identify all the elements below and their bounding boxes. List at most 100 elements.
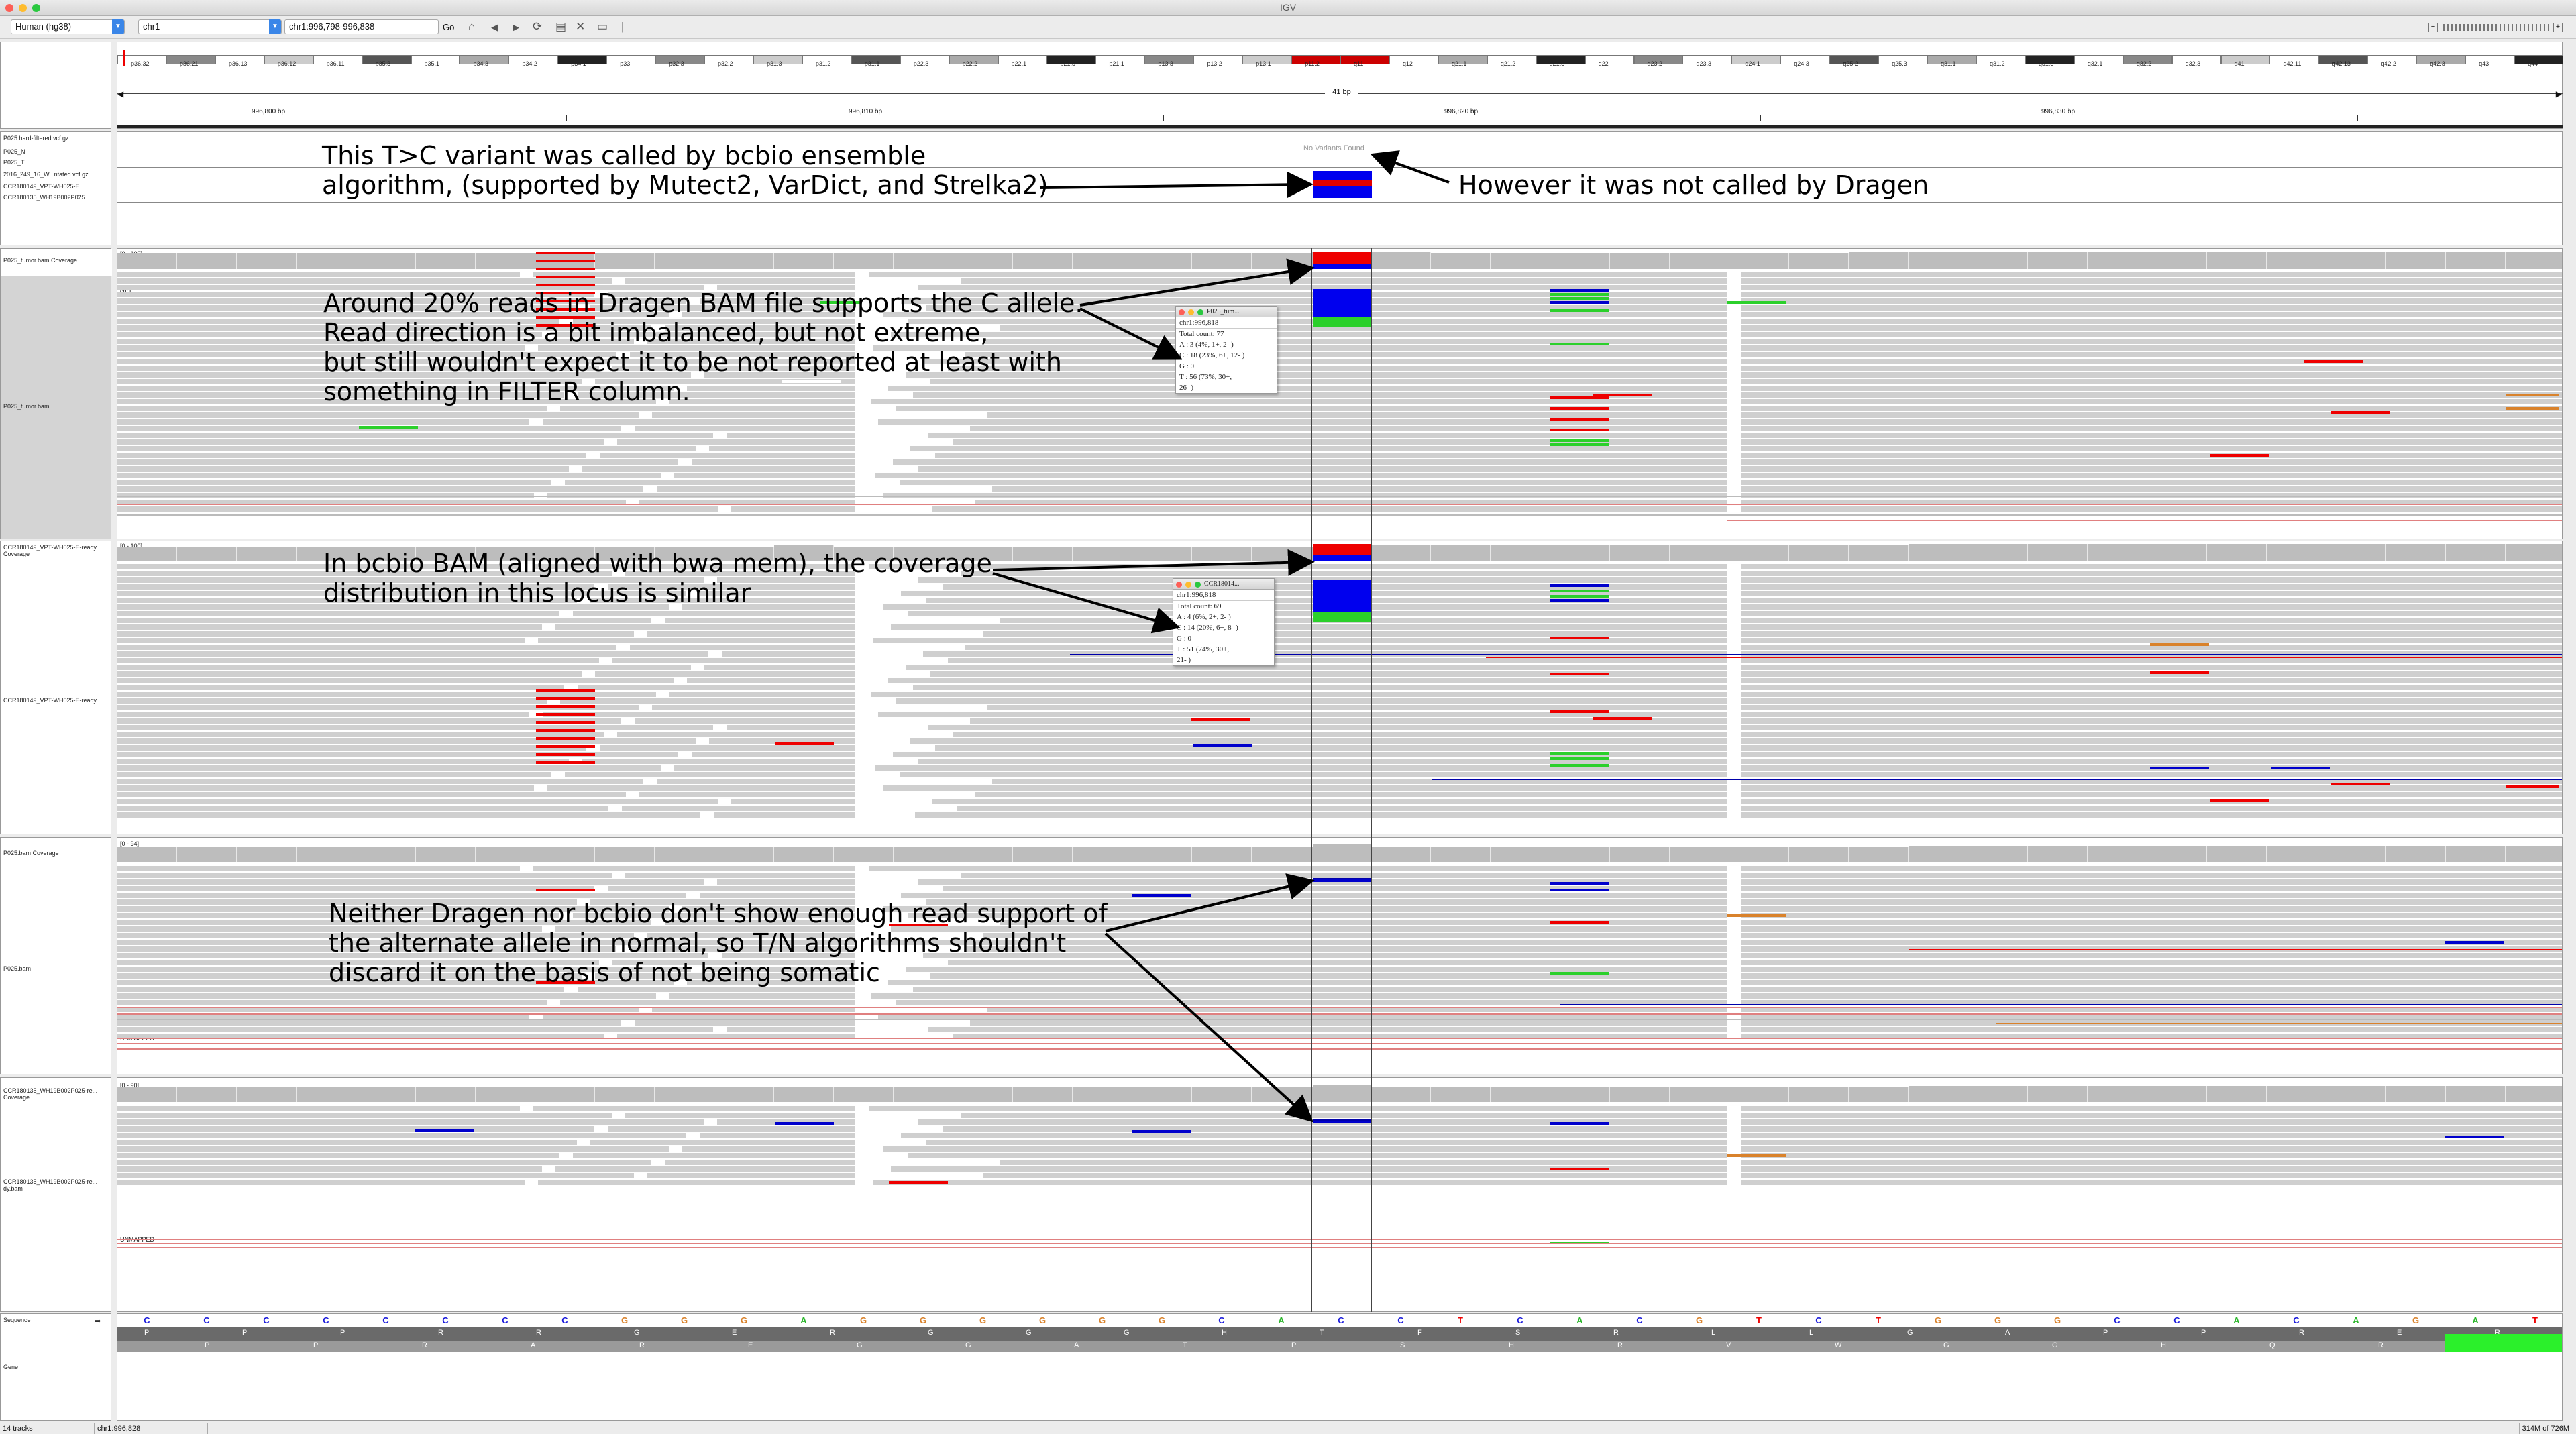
coverage-bar[interactable]: [2506, 1086, 2562, 1102]
coverage-bar[interactable]: [1849, 252, 1909, 269]
aligned-read[interactable]: [700, 893, 855, 898]
aligned-read[interactable]: [1741, 1153, 2562, 1158]
aligned-read[interactable]: [900, 480, 1727, 485]
variant-coverage-bar[interactable]: [1313, 1085, 1372, 1102]
strand-arrow-icon[interactable]: ➡: [95, 1317, 101, 1325]
aligned-read[interactable]: [731, 799, 855, 804]
coverage-bar[interactable]: [595, 847, 655, 862]
aligned-read[interactable]: [117, 725, 713, 730]
coverage-bar[interactable]: [953, 253, 1013, 269]
track-label[interactable]: P025_T: [3, 159, 25, 166]
coverage-bar[interactable]: [117, 1087, 177, 1102]
aligned-read[interactable]: [692, 752, 855, 757]
aligned-read[interactable]: [1741, 772, 2562, 777]
aligned-read[interactable]: [117, 611, 559, 616]
coverage-bar[interactable]: [1491, 253, 1550, 269]
aligned-read[interactable]: [970, 426, 1727, 431]
aligned-read[interactable]: [538, 1180, 855, 1185]
aligned-read[interactable]: [943, 886, 1727, 891]
aligned-read[interactable]: [908, 1153, 1727, 1158]
aligned-read[interactable]: [1741, 453, 2562, 458]
aligned-read[interactable]: [1741, 564, 2562, 569]
aligned-read[interactable]: [117, 1020, 621, 1026]
coverage-bar[interactable]: [1729, 253, 1789, 269]
aligned-read[interactable]: [714, 812, 855, 818]
aligned-read[interactable]: [1741, 624, 2562, 630]
coverage-bar[interactable]: [595, 1087, 655, 1102]
aligned-read[interactable]: [1741, 913, 2562, 918]
aligned-read[interactable]: [1741, 584, 2562, 590]
aligned-read[interactable]: [117, 1173, 634, 1178]
aligned-read[interactable]: [117, 406, 547, 411]
coverage-bar[interactable]: [1610, 847, 1670, 862]
aligned-read[interactable]: [117, 772, 551, 777]
maximize-icon[interactable]: [1197, 309, 1203, 315]
coverage-bar[interactable]: [2267, 544, 2326, 561]
coverage-bar[interactable]: [774, 1087, 834, 1102]
coverage-bar[interactable]: [237, 253, 297, 269]
aligned-read[interactable]: [117, 1160, 651, 1165]
aligned-read[interactable]: [117, 678, 674, 683]
aligned-read[interactable]: [117, 799, 718, 804]
aligned-read[interactable]: [1741, 366, 2562, 371]
aligned-read[interactable]: [1741, 940, 2562, 945]
coverage-bar[interactable]: [356, 847, 416, 862]
coverage-bar[interactable]: [2207, 544, 2267, 561]
aligned-read[interactable]: [117, 759, 569, 764]
coverage-bar[interactable]: [1371, 847, 1431, 862]
coverage-bar[interactable]: [2386, 1086, 2446, 1102]
coverage-bar[interactable]: [1909, 252, 1968, 269]
coverage-bar[interactable]: [2446, 252, 2506, 269]
chromosome-ideogram[interactable]: p36.32 p36.21 p36.13 p36.12 p36.11 p35.3 p35.1…: [117, 49, 2563, 69]
aligned-read[interactable]: [704, 665, 855, 670]
coverage-bar[interactable]: [297, 253, 356, 269]
track-label[interactable]: P025.bam Coverage: [3, 850, 59, 857]
aligned-read[interactable]: [608, 886, 855, 891]
aligned-read[interactable]: [1741, 806, 2562, 811]
aligned-read[interactable]: [117, 1180, 525, 1185]
aligned-read[interactable]: [117, 812, 700, 818]
bcbio-coverage-popup[interactable]: CCR18014... chr1:996,818 Total count: 69…: [1173, 578, 1275, 666]
aligned-read[interactable]: [555, 1166, 855, 1172]
aligned-read[interactable]: [1741, 785, 2562, 791]
coverage-bar[interactable]: [595, 253, 655, 269]
aligned-read[interactable]: [1741, 352, 2562, 357]
coverage-bar[interactable]: [2088, 846, 2147, 862]
aligned-read[interactable]: [965, 946, 1727, 952]
aligned-read[interactable]: [1741, 1119, 2562, 1125]
back-icon[interactable]: ◀: [491, 22, 498, 33]
coverage-bar[interactable]: [1849, 545, 1909, 561]
track-label[interactable]: CCR180135_WH19B002P025-re... Coverage: [3, 1087, 111, 1101]
coverage-bar[interactable]: [177, 847, 237, 862]
aligned-read[interactable]: [961, 873, 1727, 878]
aligned-read[interactable]: [612, 658, 855, 663]
aligned-read[interactable]: [117, 453, 586, 458]
coverage-bar[interactable]: [1789, 847, 1849, 862]
aligned-read[interactable]: [1741, 591, 2562, 596]
aligned-read[interactable]: [117, 433, 713, 438]
aligned-read[interactable]: [871, 692, 1727, 697]
aligned-read[interactable]: [600, 453, 855, 458]
aligned-read[interactable]: [1741, 298, 2562, 304]
aligned-read[interactable]: [117, 665, 691, 670]
aligned-read[interactable]: [1741, 1133, 2562, 1138]
aligned-read[interactable]: [891, 624, 1727, 630]
coverage-bar[interactable]: [894, 1087, 953, 1102]
aligned-read[interactable]: [928, 1027, 1727, 1032]
aligned-read[interactable]: [1741, 278, 2562, 284]
aligned-read[interactable]: [625, 1113, 855, 1118]
aligned-read[interactable]: [1741, 631, 2562, 637]
tumor-coverage-popup[interactable]: P025_tum... chr1:996,818 Total count: 77…: [1175, 306, 1277, 394]
aligned-read[interactable]: [948, 658, 1727, 663]
aligned-read[interactable]: [717, 879, 855, 885]
coverage-bar[interactable]: [1192, 253, 1252, 269]
aligned-read[interactable]: [560, 698, 855, 704]
aligned-read[interactable]: [1741, 879, 2562, 885]
coverage-bar[interactable]: [416, 847, 476, 862]
coverage-bar[interactable]: [1550, 545, 1610, 561]
aligned-read[interactable]: [926, 1140, 1727, 1145]
aligned-read[interactable]: [727, 433, 855, 438]
aligned-read[interactable]: [117, 1140, 577, 1145]
aligned-read[interactable]: [727, 1027, 855, 1032]
track-label[interactable]: P025.hard-filtered.vcf.gz: [3, 135, 69, 142]
